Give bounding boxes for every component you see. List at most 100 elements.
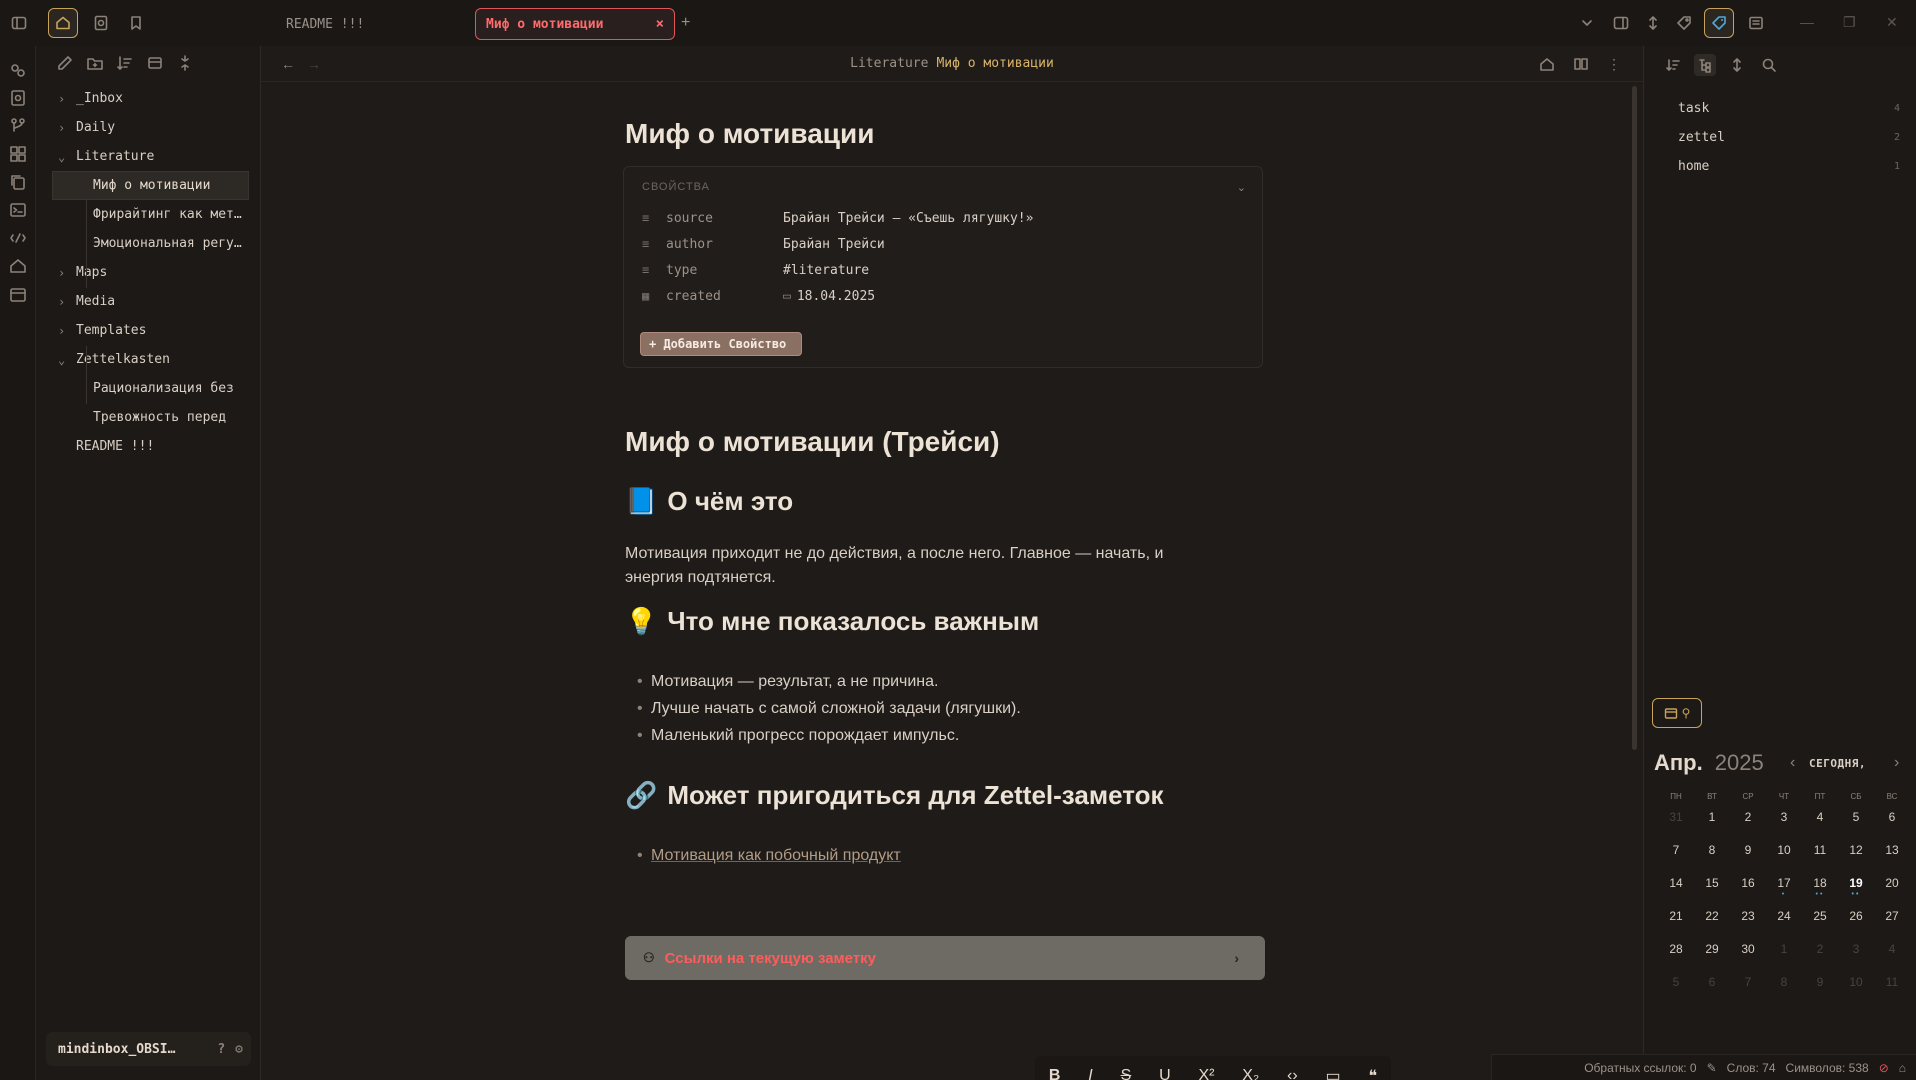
today-button[interactable]: СЕГОДНЯ, bbox=[1809, 757, 1866, 770]
more-options-icon[interactable]: ⋮ bbox=[1607, 56, 1621, 73]
calendar-day[interactable]: 30 bbox=[1730, 942, 1766, 975]
calendar-day[interactable]: 14 bbox=[1658, 876, 1694, 909]
property-source[interactable]: ≡ source Брайан Трейси — «Съешь лягушку!… bbox=[642, 207, 1242, 229]
tag-item[interactable]: task 4 bbox=[1678, 94, 1900, 123]
calendar-ribbon-icon[interactable] bbox=[8, 284, 28, 304]
tag-settings-icon[interactable] bbox=[1669, 8, 1699, 38]
list-item[interactable]: Маленький прогресс порождает импульс. bbox=[637, 722, 1021, 749]
property-author[interactable]: ≡ author Брайан Трейси bbox=[642, 233, 1242, 255]
heading-important[interactable]: 💡 Что мне показалось важным bbox=[625, 606, 1039, 637]
list-item[interactable]: Мотивация — результат, а не причина. bbox=[637, 668, 1021, 695]
list-view-icon[interactable] bbox=[1741, 8, 1771, 38]
calendar-day[interactable]: 11 bbox=[1874, 975, 1910, 1008]
edit-mode-icon[interactable]: ✎ bbox=[1707, 1061, 1717, 1075]
breadcrumb-note[interactable]: Миф о мотивации bbox=[936, 56, 1053, 71]
property-key[interactable]: created bbox=[666, 289, 721, 304]
property-key[interactable]: author bbox=[666, 237, 713, 252]
calendar-day[interactable]: 25 bbox=[1802, 909, 1838, 942]
tab-readme[interactable]: README !!! bbox=[276, 8, 466, 40]
tag-item[interactable]: zettel 2 bbox=[1678, 123, 1900, 152]
file-readme[interactable]: README !!! bbox=[36, 432, 261, 461]
code-icon[interactable]: ‹› bbox=[1287, 1067, 1298, 1080]
paragraph[interactable]: Мотивация приходит не до действия, а пос… bbox=[625, 542, 1225, 590]
terminal-icon[interactable] bbox=[8, 200, 28, 220]
new-note-icon[interactable] bbox=[56, 54, 74, 72]
collapse-all-icon[interactable] bbox=[176, 54, 194, 72]
calendar-day[interactable]: 7 bbox=[1730, 975, 1766, 1008]
add-property-button[interactable]: + Добавить Свойство bbox=[640, 332, 802, 356]
calendar-day[interactable]: 3 bbox=[1766, 810, 1802, 843]
calendar-day[interactable]: 20 bbox=[1874, 876, 1910, 909]
property-value[interactable]: Брайан Трейси — «Съешь лягушку!» bbox=[783, 211, 1033, 226]
file-myth-motivation[interactable]: Миф о мотивации bbox=[52, 171, 249, 200]
sort-tags-icon[interactable] bbox=[1662, 54, 1684, 76]
vault-switcher[interactable]: mindinbox_OBSI… ? ⚙ bbox=[46, 1032, 251, 1066]
search-files-icon[interactable] bbox=[86, 8, 116, 38]
tag-item[interactable]: home 1 bbox=[1678, 152, 1900, 181]
heading-about[interactable]: 📘 О чём это bbox=[625, 486, 793, 517]
code-percent-icon[interactable] bbox=[8, 228, 28, 248]
calendar-day[interactable]: 7 bbox=[1658, 843, 1694, 876]
close-window-icon[interactable]: ✕ bbox=[1886, 14, 1898, 31]
home-ribbon-icon[interactable] bbox=[8, 256, 28, 276]
property-created[interactable]: ▦ created ▭ 18.04.2025 bbox=[642, 285, 1242, 307]
property-key[interactable]: type bbox=[666, 263, 697, 278]
sidebar-toggle-icon[interactable] bbox=[4, 8, 34, 38]
note-title[interactable]: Миф о мотивации bbox=[625, 118, 874, 150]
calendar-day[interactable]: 8 bbox=[1694, 843, 1730, 876]
folder-literature[interactable]: ⌄ Literature bbox=[36, 142, 261, 171]
calendar-day[interactable]: 22 bbox=[1694, 909, 1730, 942]
expand-collapse-icon[interactable] bbox=[1726, 54, 1748, 76]
italic-icon[interactable]: I bbox=[1088, 1067, 1092, 1080]
tab-active-note[interactable]: Миф о мотивации × bbox=[475, 8, 675, 40]
calendar-day[interactable]: 2 bbox=[1802, 942, 1838, 975]
file-rationalization[interactable]: Рационализация без bbox=[36, 374, 261, 403]
chevron-right-icon[interactable]: › bbox=[1894, 754, 1899, 772]
heading-1[interactable]: Миф о мотивации (Трейси) bbox=[625, 426, 1000, 458]
heading-zettel[interactable]: 🔗 Может пригодиться для Zettel-заметок bbox=[625, 780, 1163, 811]
calendar-day[interactable]: 1 bbox=[1766, 942, 1802, 975]
sort-order-icon[interactable] bbox=[116, 54, 134, 72]
subscript-icon[interactable]: X₂ bbox=[1242, 1067, 1259, 1080]
property-key[interactable]: source bbox=[666, 211, 713, 226]
sort-icon[interactable] bbox=[1638, 8, 1668, 38]
tab-close-icon[interactable]: × bbox=[656, 16, 664, 32]
editor[interactable]: Миф о мотивации СВОЙСТВА ⌄ ≡ source Брай… bbox=[261, 82, 1631, 1080]
embed-icon[interactable]: ▭ bbox=[1326, 1066, 1341, 1080]
lock-icon[interactable]: ⌂ bbox=[1899, 1061, 1906, 1075]
backlinks-count[interactable]: Обратных ссылок: 0 bbox=[1584, 1061, 1696, 1075]
calendar-day[interactable]: 2 bbox=[1730, 810, 1766, 843]
collapse-view-icon[interactable] bbox=[146, 54, 164, 72]
file-emotional-regulation[interactable]: Эмоциональная регуляция bbox=[36, 229, 261, 258]
property-value[interactable]: ▭ 18.04.2025 bbox=[783, 289, 875, 304]
calendar-day[interactable]: 15 bbox=[1694, 876, 1730, 909]
calendar-day[interactable]: 6 bbox=[1874, 810, 1910, 843]
search-tags-icon[interactable] bbox=[1758, 54, 1780, 76]
calendar-day[interactable]: 9 bbox=[1802, 975, 1838, 1008]
calendar-day[interactable]: 10 bbox=[1838, 975, 1874, 1008]
calendar-day[interactable]: 18 •• bbox=[1802, 876, 1838, 909]
sync-off-icon[interactable]: ⊘ bbox=[1879, 1061, 1889, 1075]
folder-media[interactable]: › Media bbox=[36, 287, 261, 316]
folder-zettelkasten[interactable]: ⌄ Zettelkasten bbox=[36, 345, 261, 374]
calendar-day[interactable]: 21 bbox=[1658, 909, 1694, 942]
reading-mode-icon[interactable] bbox=[1573, 56, 1589, 72]
chevron-left-icon[interactable]: ‹ bbox=[1790, 754, 1795, 772]
calendar-day[interactable]: 10 bbox=[1766, 843, 1802, 876]
calendar-day[interactable]: 11 bbox=[1802, 843, 1838, 876]
search-icon[interactable] bbox=[8, 88, 28, 108]
help-icon[interactable]: ? bbox=[217, 1042, 225, 1057]
calendar-day[interactable]: 3 bbox=[1838, 942, 1874, 975]
strikethrough-icon[interactable]: S bbox=[1121, 1067, 1132, 1080]
calendar-day[interactable]: 12 bbox=[1838, 843, 1874, 876]
property-value[interactable]: Брайан Трейси bbox=[783, 237, 885, 252]
calendar-day[interactable]: 23 bbox=[1730, 909, 1766, 942]
property-type[interactable]: ≡ type #literature bbox=[642, 259, 1242, 281]
home-note-icon[interactable] bbox=[1539, 56, 1555, 72]
maximize-icon[interactable]: ❐ bbox=[1843, 14, 1856, 31]
new-tab-button[interactable]: + bbox=[681, 14, 690, 32]
minimize-icon[interactable]: — bbox=[1800, 14, 1814, 30]
calendar-day[interactable]: 1 bbox=[1694, 810, 1730, 843]
canvas-icon[interactable] bbox=[8, 144, 28, 164]
copy-icon[interactable] bbox=[8, 172, 28, 192]
